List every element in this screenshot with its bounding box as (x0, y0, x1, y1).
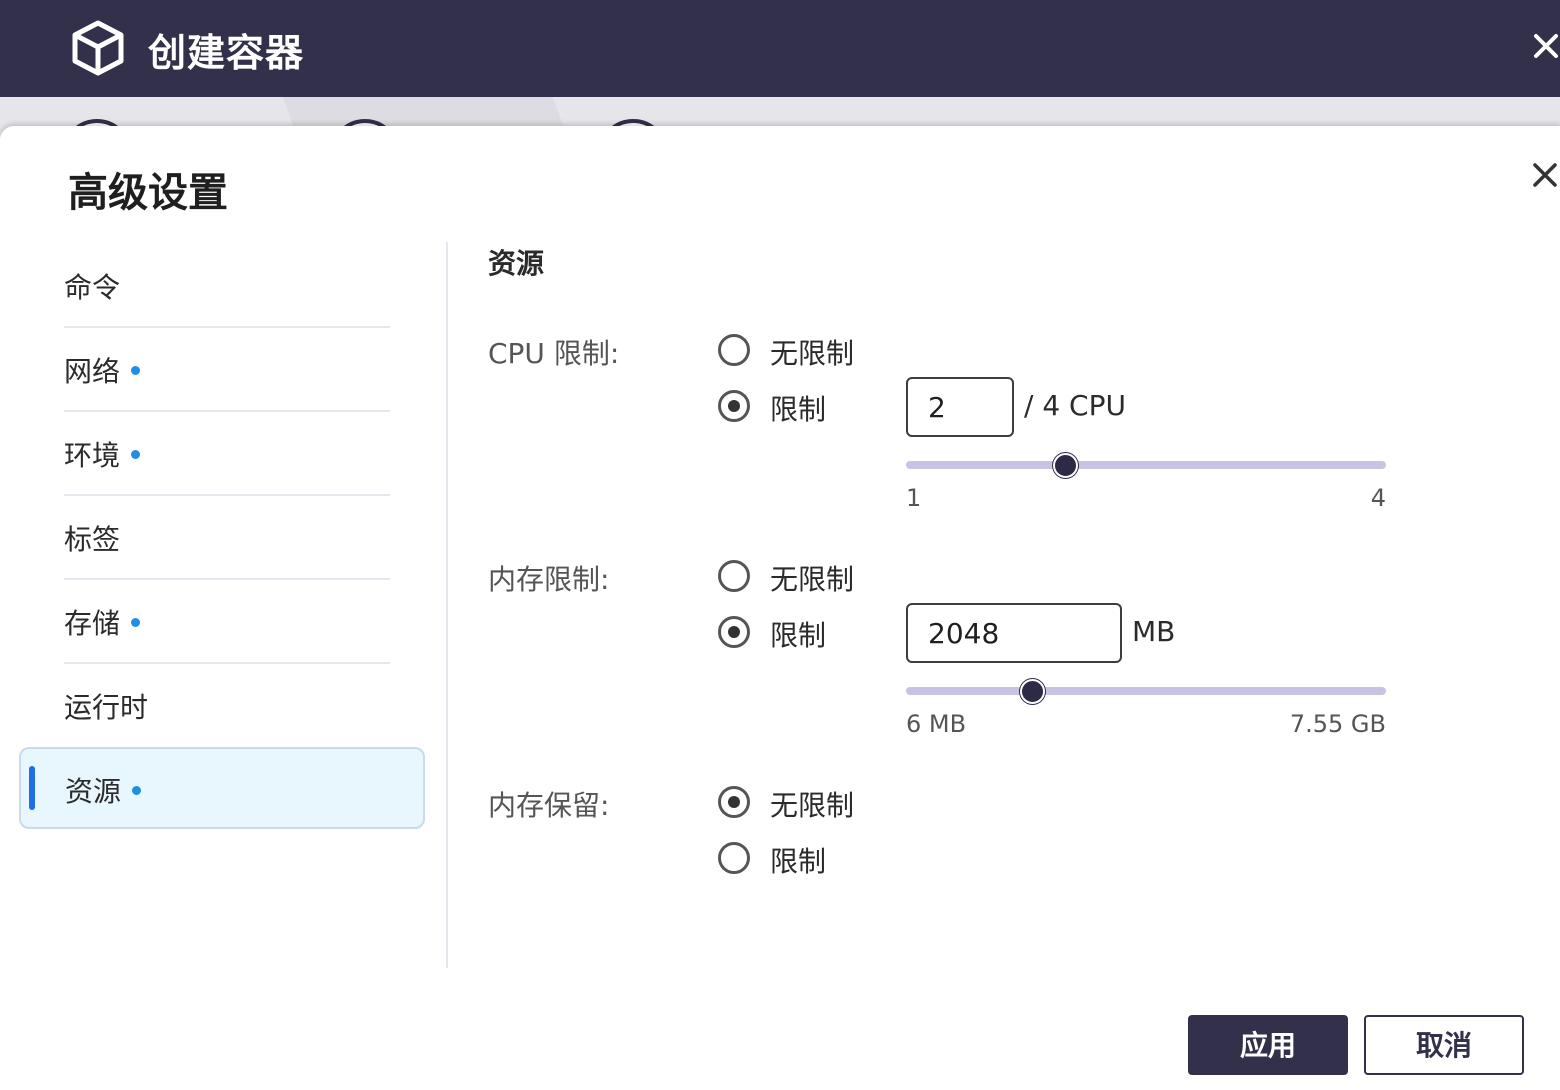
sidebar-item-labels[interactable]: 标签 (64, 496, 390, 580)
close-icon[interactable] (1528, 28, 1560, 64)
cpu-limit-slider[interactable] (906, 451, 1386, 479)
memory-slider-max: 7.55 GB (1289, 710, 1386, 738)
window-title: 创建容器 (148, 31, 305, 75)
memory-slider-min: 6 MB (906, 710, 967, 738)
memory-limit-option-label[interactable]: 限制 (770, 614, 826, 654)
active-indicator (29, 766, 35, 810)
cube-icon (72, 20, 124, 76)
sidebar-item-network[interactable]: 网络 (64, 328, 390, 412)
memory-limit-radio[interactable] (718, 616, 750, 648)
cpu-unlimited-radio[interactable] (718, 334, 750, 366)
close-icon[interactable] (1528, 158, 1560, 192)
cpu-unit-label: / 4 CPU (1024, 389, 1126, 422)
window-titlebar: 创建容器 (0, 0, 1560, 97)
memory-limit-input[interactable] (906, 603, 1122, 663)
sidebar-item-label: 命令 (64, 271, 121, 304)
sidebar-item-label: 资源 (65, 775, 122, 808)
cpu-slider-max: 4 (1370, 484, 1386, 512)
sidebar-item-storage[interactable]: 存储 (64, 580, 390, 664)
memory-reservation-label: 内存保留: (488, 789, 610, 822)
slider-thumb[interactable] (1053, 453, 1078, 478)
slider-track (906, 461, 1386, 469)
modified-dot-icon (131, 450, 140, 459)
cpu-limit-option-label[interactable]: 限制 (770, 388, 826, 428)
apply-button[interactable]: 应用 (1188, 1015, 1348, 1075)
memory-unlimited-label[interactable]: 无限制 (770, 558, 854, 598)
cpu-limit-input[interactable] (906, 377, 1014, 437)
reservation-unlimited-label[interactable]: 无限制 (770, 784, 854, 824)
sidebar-item-runtime[interactable]: 运行时 (64, 664, 390, 748)
slider-track (906, 687, 1386, 695)
cancel-button[interactable]: 取消 (1364, 1015, 1524, 1075)
sidebar-item-resources[interactable]: 资源 (19, 747, 425, 829)
sidebar-item-command[interactable]: 命令 (64, 244, 390, 328)
slider-thumb[interactable] (1020, 679, 1045, 704)
reservation-unlimited-radio[interactable] (718, 786, 750, 818)
sidebar-item-label: 存储 (64, 607, 121, 640)
reservation-limit-option-label[interactable]: 限制 (770, 840, 826, 880)
dialog-title: 高级设置 (68, 170, 228, 216)
modified-dot-icon (132, 786, 141, 795)
modified-dot-icon (131, 366, 140, 375)
memory-limit-slider[interactable] (906, 677, 1386, 705)
sidebar-item-label: 环境 (64, 439, 121, 472)
vertical-divider (446, 242, 448, 968)
cpu-limit-radio[interactable] (718, 390, 750, 422)
cpu-slider-min: 1 (906, 484, 922, 512)
memory-unit-label: MB (1132, 615, 1176, 648)
sidebar-item-label: 运行时 (64, 691, 149, 724)
sidebar-item-environment[interactable]: 环境 (64, 412, 390, 496)
sidebar-item-label: 标签 (64, 523, 121, 556)
sidebar-item-label: 网络 (64, 355, 121, 388)
advanced-settings-dialog: 高级设置 命令 网络 环境 标签 存储 运行时 资源 资源 CPU 限制: 无限… (0, 126, 1560, 1090)
modified-dot-icon (131, 618, 140, 627)
section-title: 资源 (488, 247, 545, 280)
memory-unlimited-radio[interactable] (718, 560, 750, 592)
reservation-limit-radio[interactable] (718, 842, 750, 874)
memory-limit-label: 内存限制: (488, 563, 610, 596)
cpu-unlimited-label[interactable]: 无限制 (770, 332, 854, 372)
cpu-limit-label: CPU 限制: (488, 337, 620, 370)
